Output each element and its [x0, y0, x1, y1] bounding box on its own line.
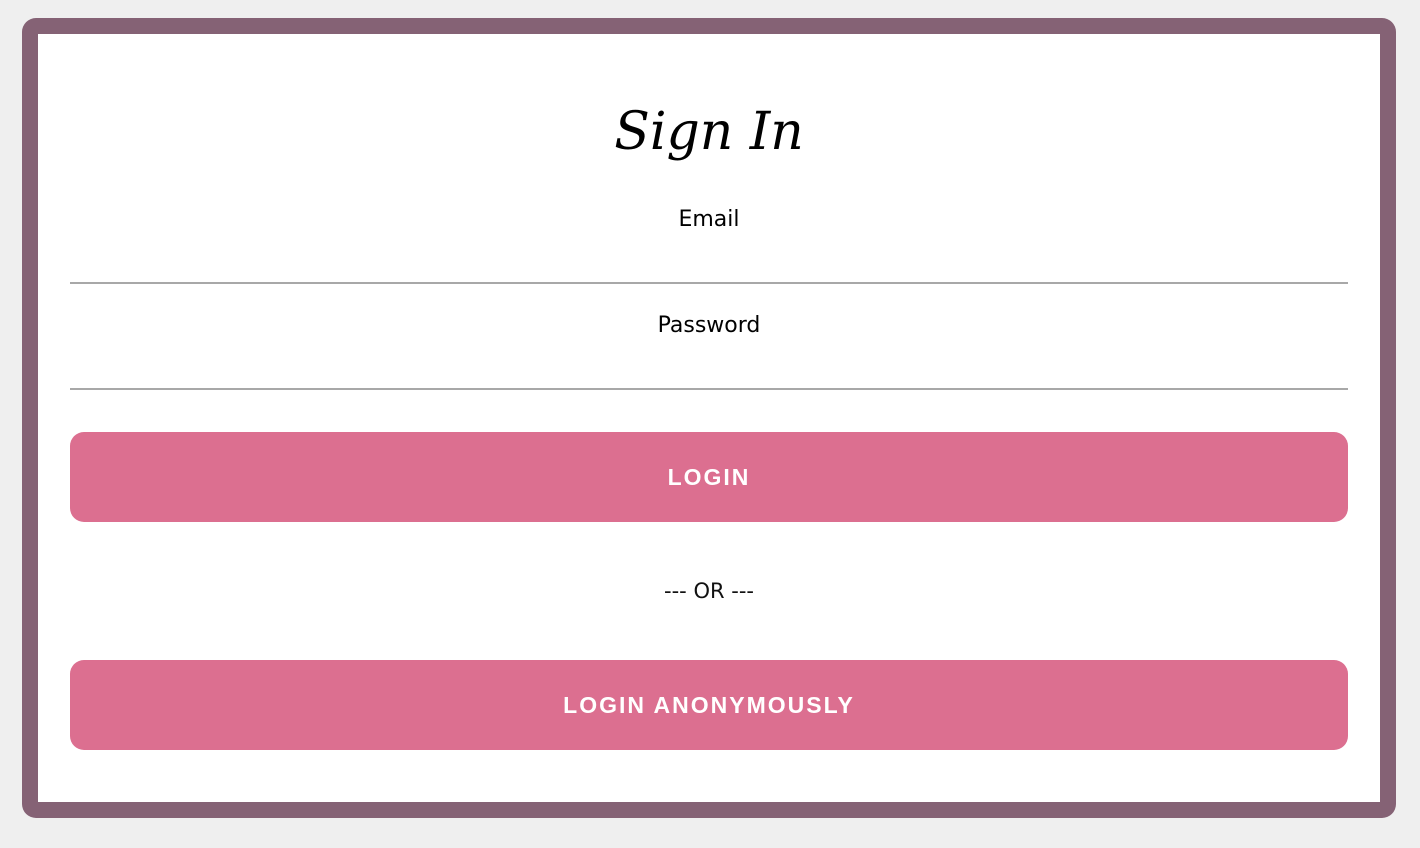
signin-card: Sign In Email Password LOGIN --- OR --- … — [22, 18, 1396, 818]
password-label: Password — [657, 313, 761, 338]
email-label: Email — [678, 207, 740, 232]
password-input[interactable] — [70, 346, 1348, 384]
or-divider: --- OR --- — [664, 579, 754, 603]
login-button[interactable]: LOGIN — [70, 432, 1348, 522]
page-title: Sign In — [614, 102, 804, 162]
login-anonymously-button[interactable]: LOGIN ANONYMOUSLY — [70, 660, 1348, 750]
email-field-group: Email — [70, 194, 1348, 284]
email-input[interactable] — [70, 240, 1348, 278]
password-field-group: Password — [70, 300, 1348, 390]
